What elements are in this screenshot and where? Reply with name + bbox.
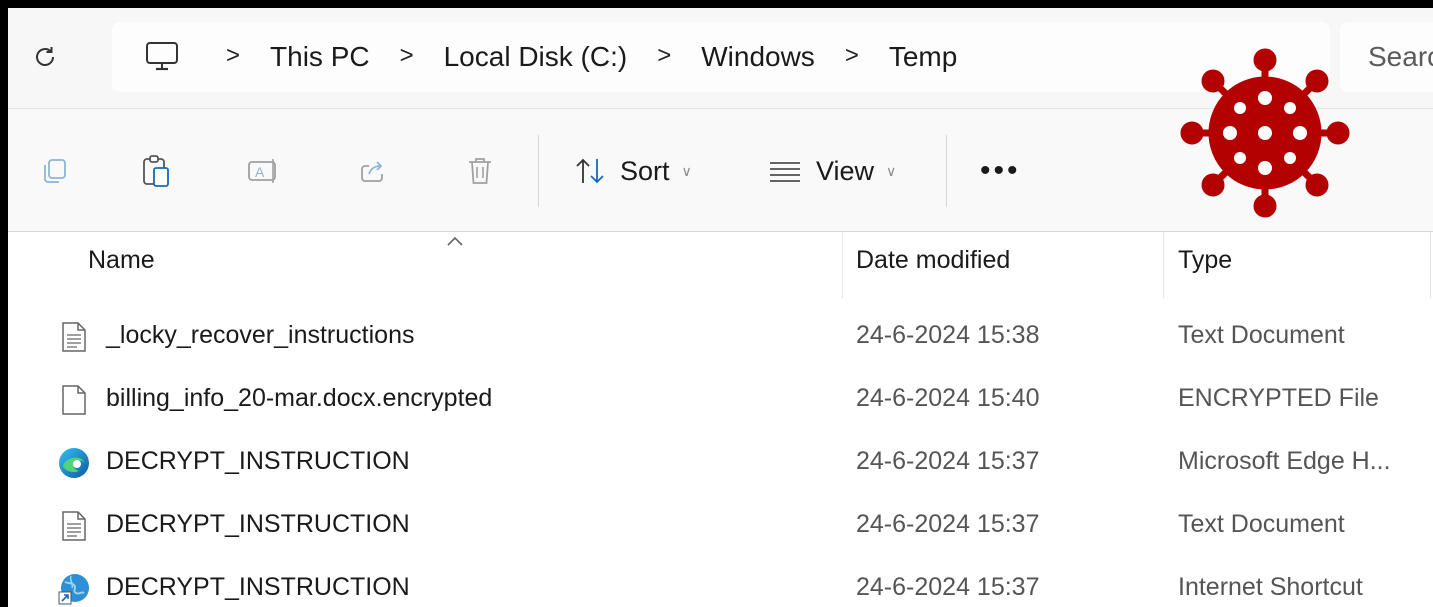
copy-button[interactable] [36, 153, 72, 189]
sort-icon [576, 158, 604, 184]
sort-button[interactable]: Sort ∨ [574, 147, 692, 195]
refresh-button[interactable] [30, 42, 60, 72]
text-file-icon [56, 508, 92, 544]
breadcrumb-separator: > [399, 42, 414, 69]
blank-file-icon [56, 382, 92, 418]
sort-ascending-icon [447, 236, 463, 246]
toolbar-divider [946, 135, 947, 207]
this-pc-icon[interactable] [144, 40, 184, 74]
virus-icon [1180, 48, 1350, 218]
column-divider[interactable] [1430, 232, 1431, 298]
file-name: _locky_recover_instructions [106, 321, 415, 349]
delete-button[interactable] [462, 153, 498, 189]
column-header-date[interactable]: Date modified [856, 246, 1010, 275]
internet-shortcut-icon [56, 571, 92, 607]
file-name: DECRYPT_INSTRUCTION [106, 573, 410, 601]
sort-label: Sort [620, 155, 670, 186]
breadcrumb-separator: > [226, 42, 241, 69]
column-divider[interactable] [842, 232, 843, 298]
chevron-down-icon: ∨ [681, 162, 692, 179]
file-type: ENCRYPTED File [1178, 384, 1379, 412]
rename-button[interactable]: A [246, 153, 282, 189]
search-placeholder: Search [1368, 41, 1433, 72]
paste-icon [143, 155, 169, 187]
share-icon [361, 161, 383, 182]
view-label: View [816, 155, 875, 186]
rename-icon: A [248, 159, 276, 183]
paste-button[interactable] [138, 153, 174, 189]
file-date: 24-6-2024 15:37 [856, 447, 1040, 475]
table-row[interactable]: billing_info_20-mar.docx.encrypted 24-6-… [8, 368, 1433, 430]
file-type: Text Document [1178, 321, 1345, 349]
breadcrumb-separator: > [657, 42, 672, 69]
chevron-down-icon: ∨ [886, 162, 897, 179]
table-row[interactable]: DECRYPT_INSTRUCTION 24-6-2024 15:37 Text… [8, 494, 1433, 556]
file-name: billing_info_20-mar.docx.encrypted [106, 384, 493, 412]
breadcrumb-temp[interactable]: Temp [889, 41, 957, 73]
file-type: Internet Shortcut [1178, 573, 1363, 601]
copy-icon [44, 159, 66, 183]
file-name: DECRYPT_INSTRUCTION [106, 510, 410, 538]
file-explorer-window: > This PC > Local Disk (C:) > Windows > … [8, 8, 1433, 607]
share-button[interactable] [354, 153, 390, 189]
breadcrumb-this-pc[interactable]: This PC [270, 41, 370, 73]
column-header-type[interactable]: Type [1178, 246, 1232, 275]
breadcrumb-local-disk[interactable]: Local Disk (C:) [444, 41, 628, 73]
view-list-icon [770, 162, 800, 182]
table-row[interactable]: DECRYPT_INSTRUCTION 24-6-2024 15:37 Micr… [8, 431, 1433, 493]
file-date: 24-6-2024 15:37 [856, 510, 1040, 538]
file-type: Text Document [1178, 510, 1345, 538]
view-button[interactable]: View ∨ [768, 147, 896, 195]
table-row[interactable]: _locky_recover_instructions 24-6-2024 15… [8, 305, 1433, 367]
search-input[interactable]: Search [1340, 22, 1433, 92]
trash-icon [469, 158, 491, 184]
table-row[interactable]: DECRYPT_INSTRUCTION 24-6-2024 15:37 Inte… [8, 557, 1433, 607]
breadcrumb-separator: > [844, 42, 859, 69]
more-options-button[interactable]: ••• [980, 156, 1021, 186]
column-header-row: Name Date modified Type [8, 232, 1433, 298]
breadcrumb-windows[interactable]: Windows [701, 41, 815, 73]
file-date: 24-6-2024 15:37 [856, 573, 1040, 601]
file-date: 24-6-2024 15:38 [856, 321, 1040, 349]
file-type: Microsoft Edge H... [1178, 447, 1391, 475]
file-date: 24-6-2024 15:40 [856, 384, 1040, 412]
toolbar-divider [538, 135, 539, 207]
svg-text:A: A [255, 164, 265, 180]
refresh-icon [36, 47, 54, 66]
column-divider[interactable] [1163, 232, 1164, 298]
breadcrumb[interactable]: > This PC > Local Disk (C:) > Windows > … [112, 22, 1330, 92]
edge-icon [56, 445, 92, 481]
column-header-name[interactable]: Name [88, 246, 155, 275]
file-list: Name Date modified Type _locky_recover_i… [8, 232, 1433, 607]
text-file-icon [56, 319, 92, 355]
file-name: DECRYPT_INSTRUCTION [106, 447, 410, 475]
